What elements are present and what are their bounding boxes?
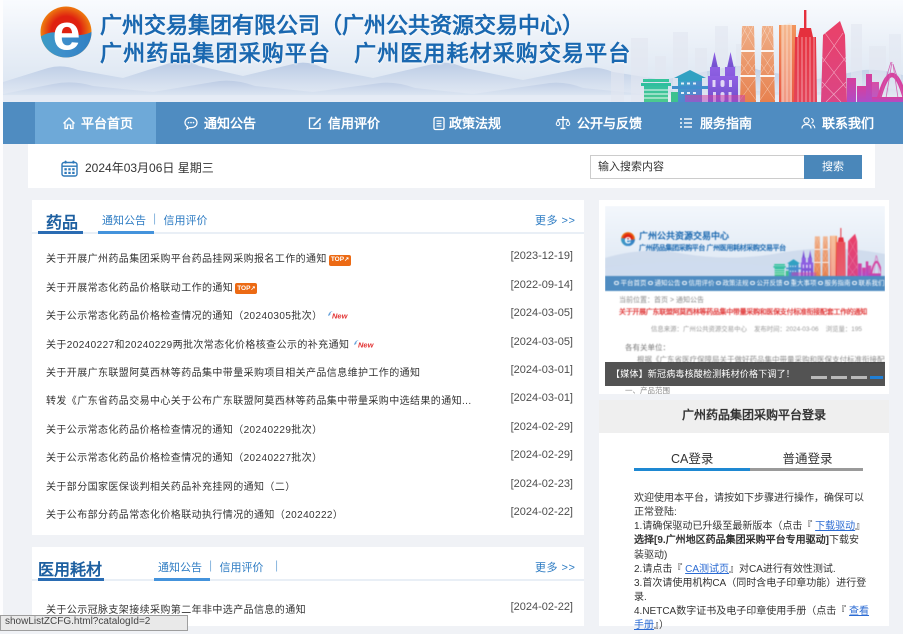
svg-text:New: New	[332, 312, 348, 321]
svg-text:e: e	[625, 232, 632, 246]
svg-text:New: New	[358, 340, 374, 349]
svg-text:e: e	[53, 6, 81, 58]
